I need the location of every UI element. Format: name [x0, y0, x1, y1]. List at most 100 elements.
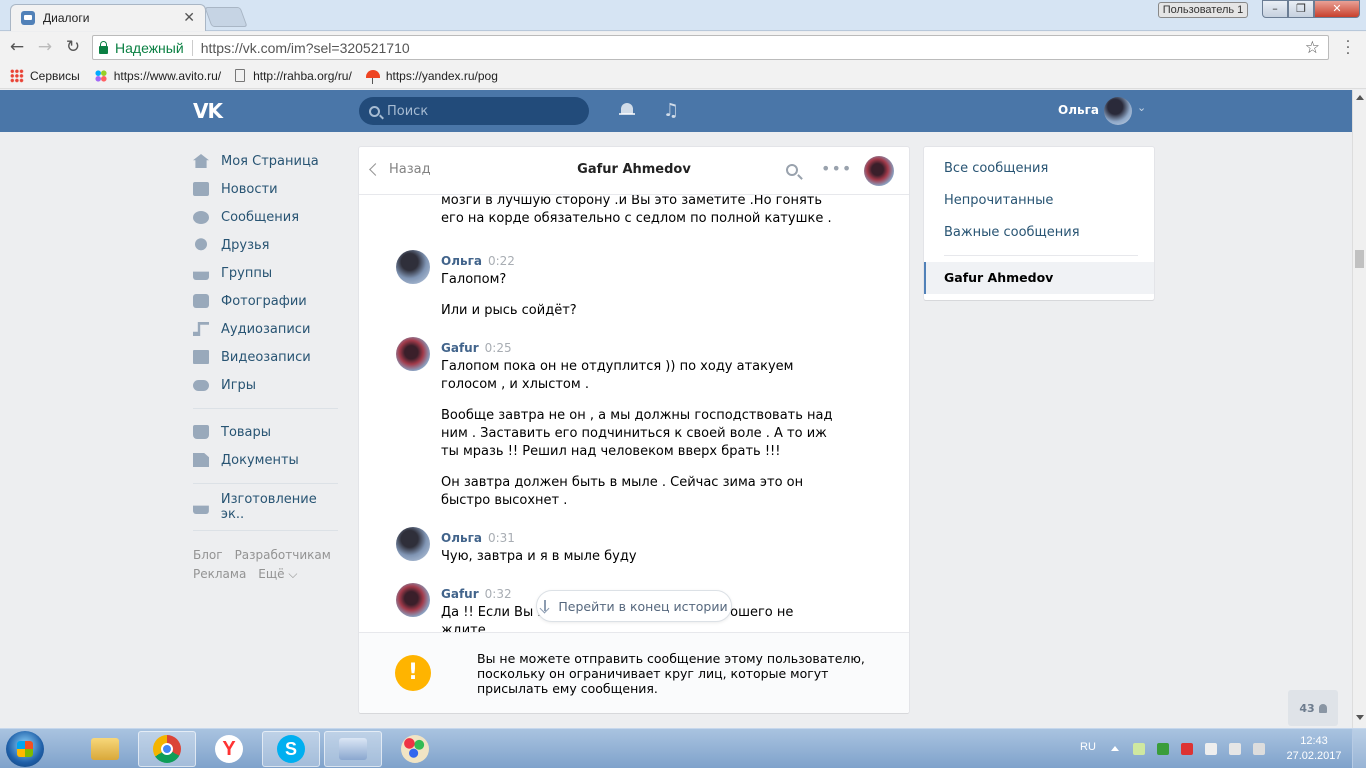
search-input[interactable]: Поиск	[359, 97, 589, 125]
show-desktop-button[interactable]	[1352, 729, 1366, 768]
avatar[interactable]	[396, 583, 430, 617]
bookmarks-bar: Сервисы https://www.avito.ru/ http://rah…	[0, 63, 1366, 89]
bookmark-rahba[interactable]: http://rahba.org/ru/	[235, 69, 352, 83]
footer-developers-link[interactable]: Разработчикам	[235, 548, 331, 562]
nav-messages[interactable]: Сообщения	[193, 203, 343, 231]
volume-icon[interactable]	[1253, 743, 1265, 755]
new-tab-button[interactable]	[204, 7, 248, 27]
filter-important[interactable]: Важные сообщения	[944, 225, 1080, 240]
nav-groups[interactable]: Группы	[193, 259, 343, 287]
footer-ads-link[interactable]: Реклама	[193, 567, 246, 581]
bookmark-services[interactable]: Сервисы	[10, 68, 80, 83]
message-text: Он завтра должен быть в мыле . Сейчас зи…	[441, 475, 804, 508]
jump-to-end-button[interactable]: Перейти в конец истории	[536, 590, 732, 622]
keyboard-icon	[339, 738, 367, 760]
nav-goods[interactable]: Товары	[193, 418, 343, 446]
tray-app-icon[interactable]	[1133, 743, 1145, 755]
tab-dialogs[interactable]: Диалоги ✕	[10, 4, 206, 31]
avatar[interactable]	[396, 250, 430, 284]
bookmark-star-icon[interactable]: ☆	[1305, 38, 1320, 58]
avatar[interactable]	[396, 337, 430, 371]
nav-video[interactable]: Видеозаписи	[193, 343, 343, 371]
notifications-bell-icon[interactable]	[619, 102, 635, 118]
message-author[interactable]: Ольга	[441, 254, 482, 268]
bookmark-label: https://www.avito.ru/	[113, 68, 222, 83]
nav-news[interactable]: Новости	[193, 175, 343, 203]
taskbar-keyboard[interactable]	[324, 731, 382, 767]
taskbar-chrome[interactable]	[138, 731, 196, 767]
bookmark-yandex[interactable]: https://yandex.ru/pog	[365, 69, 498, 84]
message-time: 0:22	[487, 254, 515, 268]
footer-more-link[interactable]: Ещё ⌵	[258, 567, 297, 581]
page-scrollbar[interactable]	[1352, 90, 1366, 728]
close-window-button[interactable]: ✕	[1314, 0, 1360, 18]
taskbar-yandex[interactable]: Y	[200, 731, 258, 767]
scroll-down-icon[interactable]	[1356, 715, 1364, 720]
message-time: 0:32	[484, 587, 512, 601]
yandex-umbrella-icon	[365, 69, 380, 84]
online-friends-badge[interactable]: 43	[1288, 690, 1338, 726]
taskbar-paint[interactable]	[386, 731, 444, 767]
tray-device-icon[interactable]	[1205, 743, 1217, 755]
active-dialog-item[interactable]: Gafur Ahmedov	[924, 262, 1154, 294]
avatar[interactable]	[396, 527, 430, 561]
warning-icon: !	[395, 655, 431, 691]
filter-unread[interactable]: Непрочитанные	[944, 193, 1053, 208]
nav-documents[interactable]: Документы	[193, 446, 343, 474]
message-author[interactable]: Gafur	[441, 587, 479, 601]
message-author[interactable]: Gafur	[441, 341, 479, 355]
nav-divider	[193, 408, 338, 409]
nav-community[interactable]: Изготовление эк..	[193, 492, 343, 522]
skype-icon: S	[277, 735, 305, 763]
address-bar[interactable]: Надежный https://vk.com/im?sel=320521710…	[92, 35, 1329, 60]
nav-friends[interactable]: Друзья	[193, 231, 343, 259]
search-icon[interactable]	[786, 164, 798, 176]
more-dots-icon[interactable]: •••	[821, 159, 852, 178]
message-text: Галопом?	[441, 272, 507, 287]
chevron-down-icon[interactable]: ⌄	[1137, 101, 1146, 114]
profile-button[interactable]: Пользователь 1	[1158, 2, 1248, 18]
reload-icon[interactable]: ↻	[62, 36, 84, 58]
nav-audio[interactable]: Аудиозаписи	[193, 315, 343, 343]
message-author[interactable]: Ольга	[441, 531, 482, 545]
filter-all-messages[interactable]: Все сообщения	[944, 161, 1048, 176]
vk-logo[interactable]: VK	[193, 99, 223, 123]
show-hidden-icons-icon[interactable]	[1111, 746, 1119, 751]
user-name[interactable]: Ольга	[1058, 103, 1099, 117]
left-navigation: Моя Страница Новости Сообщения Друзья Гр…	[193, 147, 343, 584]
system-clock[interactable]: 12:43 27.02.2017	[1284, 734, 1344, 764]
nav-photos[interactable]: Фотографии	[193, 287, 343, 315]
tab-close-icon[interactable]: ✕	[183, 10, 195, 26]
apps-icon	[10, 68, 24, 83]
nav-my-page[interactable]: Моя Страница	[193, 147, 343, 175]
network-icon[interactable]	[1229, 743, 1241, 755]
user-avatar[interactable]	[1104, 97, 1132, 125]
nav-label: Видеозаписи	[221, 349, 311, 365]
language-indicator[interactable]: RU	[1080, 741, 1096, 753]
start-button[interactable]	[6, 731, 44, 767]
nav-label: Сообщения	[221, 209, 300, 225]
browser-menu-icon[interactable]: · · ·	[1340, 35, 1356, 61]
minimize-button[interactable]: –	[1262, 0, 1288, 18]
tray-alert-icon[interactable]	[1181, 743, 1193, 755]
bookmark-avito[interactable]: https://www.avito.ru/	[93, 68, 222, 83]
friends-icon	[194, 238, 208, 251]
message-text: Или и рысь сойдёт?	[441, 303, 577, 318]
message-text: Галопом пока он не отдуплится )) по ходу…	[441, 359, 794, 392]
nav-games[interactable]: Игры	[193, 371, 343, 399]
url-text[interactable]: https://vk.com/im?sel=320521710	[201, 40, 1305, 56]
footer-blog-link[interactable]: Блог	[193, 548, 223, 562]
forward-arrow-icon[interactable]: →	[34, 36, 56, 58]
tray-security-icon[interactable]	[1157, 743, 1169, 755]
peer-avatar[interactable]	[864, 156, 894, 186]
taskbar-explorer[interactable]	[76, 731, 134, 767]
maximize-button[interactable]: ❐	[1288, 0, 1314, 18]
taskbar-skype[interactable]: S	[262, 731, 320, 767]
message-text: Вообще завтра не он , а мы должны господ…	[441, 408, 833, 459]
scroll-up-icon[interactable]	[1356, 95, 1364, 100]
message-history[interactable]: мозги в лучшую сторону .и Вы это заметит…	[359, 195, 909, 632]
music-note-icon[interactable]: ♫	[663, 100, 679, 121]
back-arrow-icon[interactable]: ←	[6, 36, 28, 58]
scroll-thumb[interactable]	[1355, 250, 1364, 268]
nav-label: Друзья	[221, 237, 270, 253]
